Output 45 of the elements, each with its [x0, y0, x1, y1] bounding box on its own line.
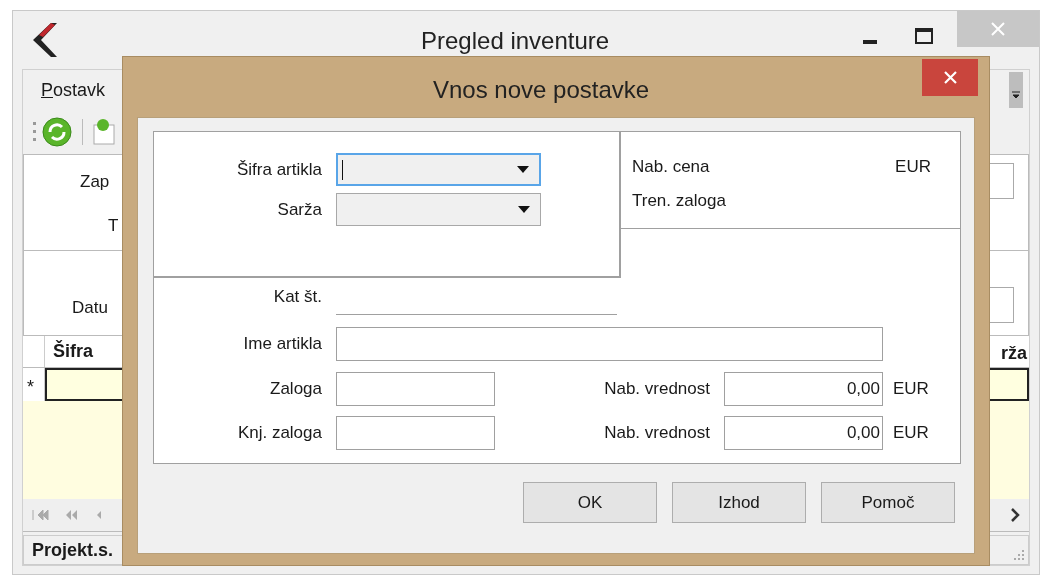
currency-label: EUR: [895, 156, 931, 179]
text-field[interactable]: [336, 372, 495, 406]
field-label: Nab. vrednost: [603, 378, 710, 401]
status-text: Projekt.s.: [32, 538, 114, 562]
info-label: Tren. zaloga: [632, 190, 726, 213]
refresh-icon[interactable]: [42, 117, 72, 147]
text-cursor: [342, 159, 343, 180]
close-icon: [943, 71, 957, 84]
currency-label: EUR: [893, 378, 929, 401]
info-label: Nab. cena: [632, 156, 710, 179]
new-row-marker: *: [23, 368, 45, 401]
window-title: Pregled inventure: [421, 26, 610, 56]
field-label: Knj. zaloga: [236, 422, 322, 445]
amount-field[interactable]: 0,00: [724, 372, 883, 406]
combo-box[interactable]: [336, 153, 541, 186]
dialog-button[interactable]: Pomoč: [821, 482, 955, 523]
field-label: T: [108, 215, 119, 237]
column-header[interactable]: Šifra: [45, 338, 94, 365]
column-header[interactable]: rža: [1001, 340, 1027, 367]
field-label: Sarža: [276, 198, 322, 221]
dialog-title: Vnos nove postavke: [433, 75, 650, 105]
field-label: Šifra artikla: [235, 158, 322, 181]
app-logo-icon: [31, 23, 57, 57]
field-label: Zaloga: [269, 378, 322, 401]
dialog-button[interactable]: Izhod: [672, 482, 806, 523]
field-label: Datu: [72, 297, 108, 319]
grip-icon: [33, 120, 36, 144]
dropdown-caret-icon: [518, 206, 530, 213]
close-button[interactable]: [922, 59, 978, 96]
dialog-button[interactable]: OK: [523, 482, 657, 523]
text-field[interactable]: [336, 416, 495, 450]
field-label: Nab. vrednost: [603, 422, 710, 445]
field-label: Kat št.: [272, 285, 322, 308]
resize-grip-icon[interactable]: [1012, 548, 1026, 562]
amount-field[interactable]: 0,00: [724, 416, 883, 450]
menu-item[interactable]: Postavk: [41, 76, 106, 104]
combo-box[interactable]: [336, 193, 541, 226]
field-label: Zap: [80, 171, 110, 193]
overflow-icon[interactable]: [1009, 72, 1023, 108]
currency-label: EUR: [893, 422, 929, 445]
close-icon: [991, 22, 1005, 36]
field-label: Ime artikla: [242, 333, 322, 356]
maximize-icon[interactable]: [915, 28, 933, 44]
item-name-field[interactable]: [336, 327, 883, 361]
dropdown-caret-icon: [517, 166, 529, 173]
